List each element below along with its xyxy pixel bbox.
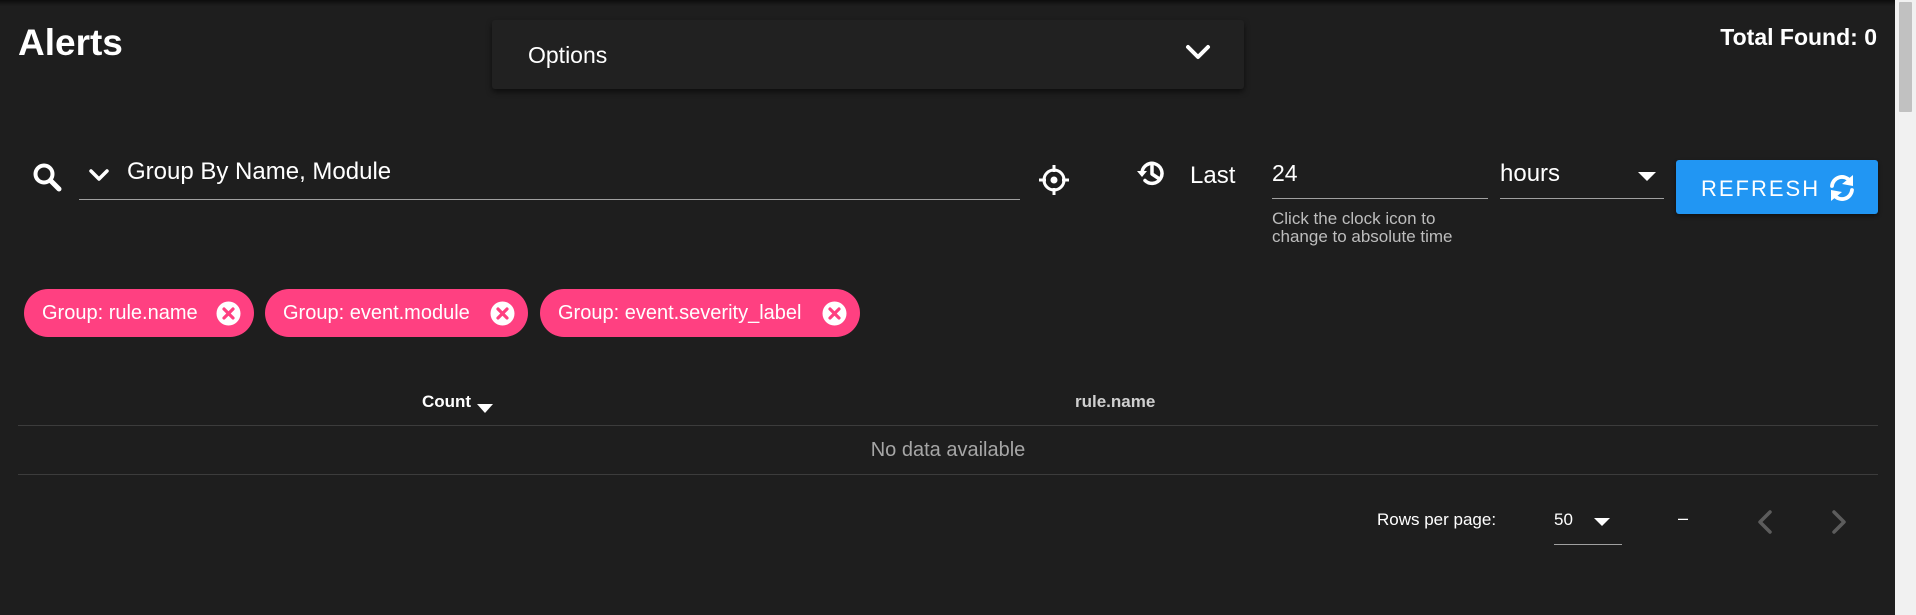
caret-down-icon [1594, 518, 1610, 526]
chip-label: Group: rule.name [42, 302, 198, 324]
vertical-scrollbar[interactable] [1895, 0, 1916, 615]
top-shadow [0, 0, 1916, 6]
column-header-count[interactable]: Count [422, 392, 494, 413]
close-circle-icon[interactable] [216, 301, 241, 326]
time-value-field[interactable] [1272, 150, 1488, 199]
column-header-label: Count [422, 392, 472, 411]
close-circle-icon[interactable] [822, 301, 847, 326]
group-chip-event-severity-label[interactable]: Group: event.severity_label [540, 289, 860, 337]
time-value-input[interactable] [1272, 160, 1482, 187]
search-icon[interactable] [32, 162, 62, 192]
group-by-query-input[interactable]: Group By Name, Module [79, 150, 1020, 200]
chevron-down-icon [1186, 45, 1210, 59]
refresh-button[interactable]: REFRESH [1676, 160, 1878, 214]
rows-per-page-label: Rows per page: [1377, 510, 1497, 529]
scrollbar-thumb[interactable] [1899, 2, 1912, 112]
close-circle-icon[interactable] [490, 301, 515, 326]
page-title: Alerts [18, 22, 123, 63]
chevron-left-icon[interactable] [1750, 504, 1780, 540]
refresh-label: REFRESH [1701, 176, 1821, 201]
crosshair-icon[interactable] [1038, 164, 1070, 196]
time-unit-value: hours [1500, 160, 1561, 187]
group-chip-event-module[interactable]: Group: event.module [265, 289, 528, 337]
total-found: Total Found: 0 [1720, 24, 1877, 50]
time-hint: Click the clock icon to change to absolu… [1272, 209, 1453, 246]
sort-descending-icon [477, 404, 494, 413]
page-range-text: – [1678, 508, 1689, 528]
table-header-divider [18, 425, 1878, 426]
history-icon[interactable] [1134, 156, 1168, 190]
caret-down-icon [1638, 172, 1656, 181]
chip-label: Group: event.severity_label [558, 302, 802, 324]
options-panel-toggle[interactable]: Options [492, 20, 1244, 89]
group-chip-rule-name[interactable]: Group: rule.name [24, 289, 254, 337]
chevron-right-icon[interactable] [1824, 504, 1854, 540]
time-unit-select[interactable]: hours [1500, 150, 1664, 199]
rows-per-page-value: 50 [1554, 510, 1573, 529]
refresh-icon [1830, 175, 1854, 201]
group-by-query-text[interactable]: Group By Name, Module [127, 158, 391, 186]
options-label: Options [528, 42, 608, 68]
time-range-prefix: Last [1190, 162, 1236, 189]
table-empty-message: No data available [870, 439, 1026, 461]
chevron-down-icon[interactable] [87, 166, 111, 186]
column-header-rule-name[interactable]: rule.name [1075, 392, 1155, 412]
rows-per-page-select[interactable]: 50 [1554, 502, 1622, 545]
chip-label: Group: event.module [283, 302, 470, 324]
table-footer-divider [18, 474, 1878, 475]
